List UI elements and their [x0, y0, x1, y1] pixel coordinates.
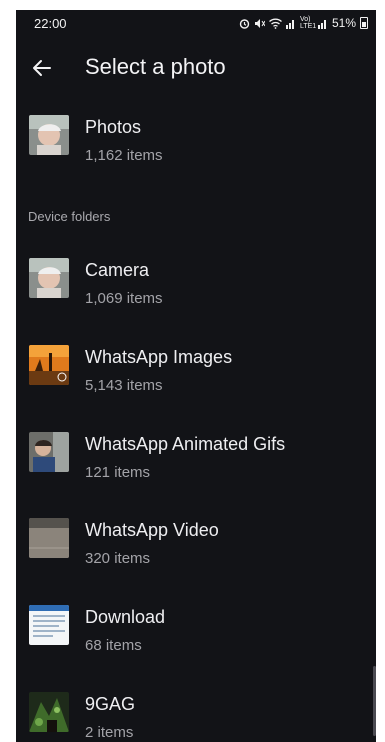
folder-count: 2 items: [85, 724, 134, 741]
signal-icon: [285, 19, 294, 29]
album-name: Photos: [85, 117, 142, 137]
status-bar: 22:00 Vo) LTE1 51%: [16, 10, 376, 38]
folder-name: WhatsApp Animated Gifs: [85, 434, 286, 454]
scrollbar[interactable]: [373, 666, 376, 736]
folder-name: WhatsApp Video: [85, 520, 219, 540]
folder-count: 1,069 items: [85, 290, 163, 307]
folder-name: 9GAG: [85, 694, 136, 714]
folder-thumbnail: [29, 518, 69, 558]
battery-icon: [360, 17, 368, 29]
folder-thumbnail: [29, 605, 69, 645]
list-item[interactable]: Photos 1,162 items: [16, 115, 376, 185]
status-time: 22:00: [34, 16, 67, 31]
folder-count: 5,143 items: [85, 377, 163, 394]
alarm-icon: [239, 18, 250, 29]
list-item[interactable]: 9GAG 2 items: [16, 692, 376, 742]
list-item[interactable]: Download 68 items: [16, 605, 376, 675]
list-item[interactable]: WhatsApp Video 320 items: [16, 518, 376, 588]
folder-thumbnail: [29, 258, 69, 298]
folder-name: Camera: [85, 260, 150, 280]
folder-name: WhatsApp Images: [85, 347, 233, 367]
section-header: Device folders: [28, 209, 111, 224]
battery-percent: 51%: [331, 16, 356, 30]
mute-icon: [254, 18, 265, 28]
network-label: Vo) LTE1: [299, 16, 317, 30]
folder-thumbnail: [29, 345, 69, 385]
arrow-left-icon[interactable]: [30, 56, 54, 80]
album-thumbnail: [29, 115, 69, 155]
list-item[interactable]: Camera 1,069 items: [16, 258, 376, 328]
folder-count: 121 items: [85, 464, 151, 481]
wifi-icon: [269, 18, 282, 29]
folder-count: 68 items: [85, 637, 142, 654]
folder-count: 320 items: [85, 550, 151, 567]
list-item[interactable]: WhatsApp Animated Gifs 121 items: [16, 432, 376, 502]
page-title: Select a photo: [85, 54, 226, 79]
folder-name: Download: [85, 607, 166, 627]
list-item[interactable]: WhatsApp Images 5,143 items: [16, 345, 376, 415]
signal-icon-2: [317, 19, 326, 29]
phone-screen: 22:00 Vo) LTE1 51% Select a photo Photos…: [16, 10, 376, 742]
album-count: 1,162 items: [85, 147, 163, 164]
status-icons: Vo) LTE1 51%: [239, 16, 368, 30]
folder-thumbnail: [29, 692, 69, 732]
folder-thumbnail: [29, 432, 69, 472]
app-bar: Select a photo: [16, 48, 376, 88]
